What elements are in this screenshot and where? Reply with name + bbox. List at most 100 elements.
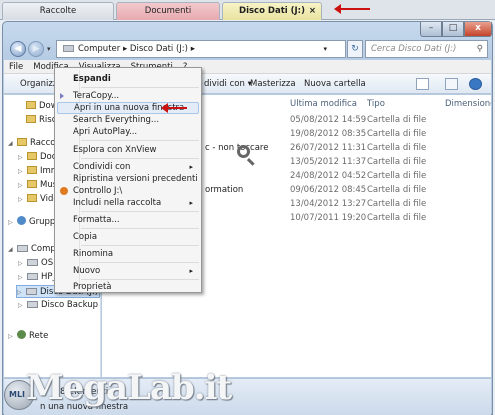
menu-separator xyxy=(81,262,199,263)
address-bar[interactable]: Computer ▸ Disco Dati (J:) ▸ ▾ xyxy=(56,40,346,58)
share-button[interactable]: dividi con ▾ xyxy=(204,74,252,94)
library-icon xyxy=(17,138,27,146)
context-menu: Espandi TeraCopy... Apri in una nuova fi… xyxy=(54,67,202,293)
menu-item-format[interactable]: Formatta... xyxy=(57,214,199,226)
menu-file[interactable]: File xyxy=(4,60,28,74)
expand-icon[interactable]: ▷ xyxy=(17,286,24,299)
sidebar-item-label: Rete xyxy=(29,331,49,341)
sidebar-item[interactable]: Dow xyxy=(26,100,58,113)
expand-icon[interactable]: ▷ xyxy=(18,165,25,178)
refresh-button[interactable]: ↻ xyxy=(347,40,363,58)
drive-icon xyxy=(63,45,74,52)
expand-icon[interactable]: ▷ xyxy=(18,179,25,192)
forward-button[interactable]: ▶ xyxy=(28,41,44,57)
sidebar-item-label: Comp xyxy=(31,244,56,254)
music-icon xyxy=(27,180,37,188)
expand-icon[interactable]: ◢ xyxy=(8,137,15,150)
tab-disco-dati[interactable]: Disco Dati (J:) × xyxy=(222,2,322,20)
menu-separator xyxy=(81,228,199,229)
menu-item-controllo[interactable]: Controllo J:\ xyxy=(57,185,199,197)
column-type[interactable]: Tipo xyxy=(367,99,385,109)
menu-item-label: Ripristina versioni precedenti xyxy=(73,174,198,184)
file-type: Cartella di file xyxy=(367,157,427,167)
maximize-button[interactable]: □ xyxy=(442,22,464,37)
close-button[interactable]: x xyxy=(464,22,492,37)
search-input[interactable]: Cerca Disco Dati (J:) ⚲ xyxy=(365,40,488,58)
sidebar-item[interactable]: ▷ Vide xyxy=(18,193,59,206)
menu-item-label: Rinomina xyxy=(73,249,114,259)
help-icon[interactable] xyxy=(469,78,482,90)
submenu-arrow-icon: ▸ xyxy=(189,163,193,171)
expand-icon[interactable]: ▷ xyxy=(18,151,25,164)
sidebar-item[interactable]: ▷ Grupp xyxy=(8,216,55,229)
menu-item-include-library[interactable]: Includi nella raccolta ▸ xyxy=(57,197,199,209)
expand-icon[interactable]: ▷ xyxy=(8,330,15,343)
menu-item-search-everything[interactable]: Search Everything... xyxy=(57,114,199,126)
menu-item-label: Includi nella raccolta xyxy=(73,198,162,208)
tab-documenti[interactable]: Documenti xyxy=(116,2,220,20)
expand-icon[interactable]: ▷ xyxy=(8,216,15,229)
file-name[interactable]: ormation xyxy=(205,185,243,195)
menu-item-autoplay[interactable]: Apri AutoPlay... xyxy=(57,126,199,138)
column-modified[interactable]: Ultima modifica xyxy=(290,99,357,109)
new-folder-button[interactable]: Nuova cartella xyxy=(304,74,366,94)
sidebar-item[interactable]: ◢ Comp xyxy=(8,243,56,256)
submenu-arrow-icon: ▸ xyxy=(189,267,193,275)
menu-item-teracopy[interactable]: TeraCopy... xyxy=(57,90,199,102)
menu-item-espandi[interactable]: Espandi xyxy=(57,73,199,85)
menu-item-label: Copia xyxy=(73,232,98,242)
preview-pane-icon[interactable] xyxy=(445,78,458,90)
menu-item-label: Controllo J:\ xyxy=(73,186,123,196)
recent-pages-icon[interactable]: ▾ xyxy=(47,45,51,53)
file-type: Cartella di file xyxy=(367,115,427,125)
expand-icon[interactable]: ◢ xyxy=(8,243,15,256)
folder-icon xyxy=(26,101,36,109)
minimize-button[interactable]: – xyxy=(420,22,442,37)
file-modified: 13/05/2012 11:37 xyxy=(290,157,367,167)
sidebar-item[interactable]: ▷ Rete xyxy=(8,330,48,343)
expand-icon[interactable]: ▷ xyxy=(18,271,25,284)
menu-separator xyxy=(81,279,199,280)
menu-item-new[interactable]: Nuovo ▸ xyxy=(57,265,199,277)
chevron-down-icon[interactable]: ▾ xyxy=(323,41,327,57)
tab-raccolte[interactable]: Raccolte xyxy=(2,2,114,20)
menu-item-share-with[interactable]: Condividi con ▸ xyxy=(57,161,199,173)
menu-item-label: Apri AutoPlay... xyxy=(73,127,138,137)
file-modified: 09/06/2012 08:45 xyxy=(290,185,367,195)
homegroup-icon xyxy=(17,216,26,225)
menu-item-label: Espandi xyxy=(73,74,111,84)
expand-icon[interactable]: ▷ xyxy=(18,193,25,206)
menu-item-properties[interactable]: Proprietà xyxy=(57,281,199,293)
column-size[interactable]: Dimensione xyxy=(445,99,491,109)
sidebar-item[interactable]: ◢ Racco xyxy=(8,137,55,150)
menu-item-xnview[interactable]: Esplora con XnView xyxy=(57,144,199,156)
sidebar-item-label: Grupp xyxy=(29,217,56,227)
expand-icon[interactable]: ▷ xyxy=(18,257,25,270)
menu-item-rename[interactable]: Rinomina xyxy=(57,248,199,260)
submenu-arrow-icon: ▸ xyxy=(189,199,193,207)
file-modified: 24/08/2012 04:52 xyxy=(290,171,367,181)
file-type: Cartella di file xyxy=(367,185,427,195)
address-path: Computer ▸ Disco Dati (J:) ▸ xyxy=(78,44,195,54)
expand-icon[interactable]: ▷ xyxy=(18,299,25,312)
menu-item-copy[interactable]: Copia xyxy=(57,231,199,243)
tab-label: Documenti xyxy=(144,6,192,16)
menu-item-label: Esplora con XnView xyxy=(73,145,157,155)
view-options-icon[interactable] xyxy=(416,78,429,90)
file-type: Cartella di file xyxy=(367,171,427,181)
burn-button[interactable]: Masterizza xyxy=(250,74,296,94)
file-modified: 10/07/2011 19:20 xyxy=(290,213,367,223)
computer-icon xyxy=(17,245,28,252)
sidebar-item[interactable]: ▷ Imm xyxy=(18,165,59,178)
menu-item-label: Nuovo xyxy=(73,266,101,276)
back-button[interactable]: ◀ xyxy=(10,41,26,57)
tab-label: Disco Dati (J:) xyxy=(239,6,305,16)
menu-item-restore-versions[interactable]: Ripristina versioni precedenti xyxy=(57,173,199,185)
sidebar-item[interactable]: ▷ Disco Backup (Z:) xyxy=(18,299,100,312)
drive-icon xyxy=(27,259,38,266)
antivirus-icon xyxy=(60,187,68,195)
videos-icon xyxy=(27,194,37,202)
close-icon[interactable]: × xyxy=(309,3,316,19)
tab-bar: Raccolte Documenti Disco Dati (J:) × xyxy=(0,0,495,20)
drive-icon xyxy=(27,273,38,280)
